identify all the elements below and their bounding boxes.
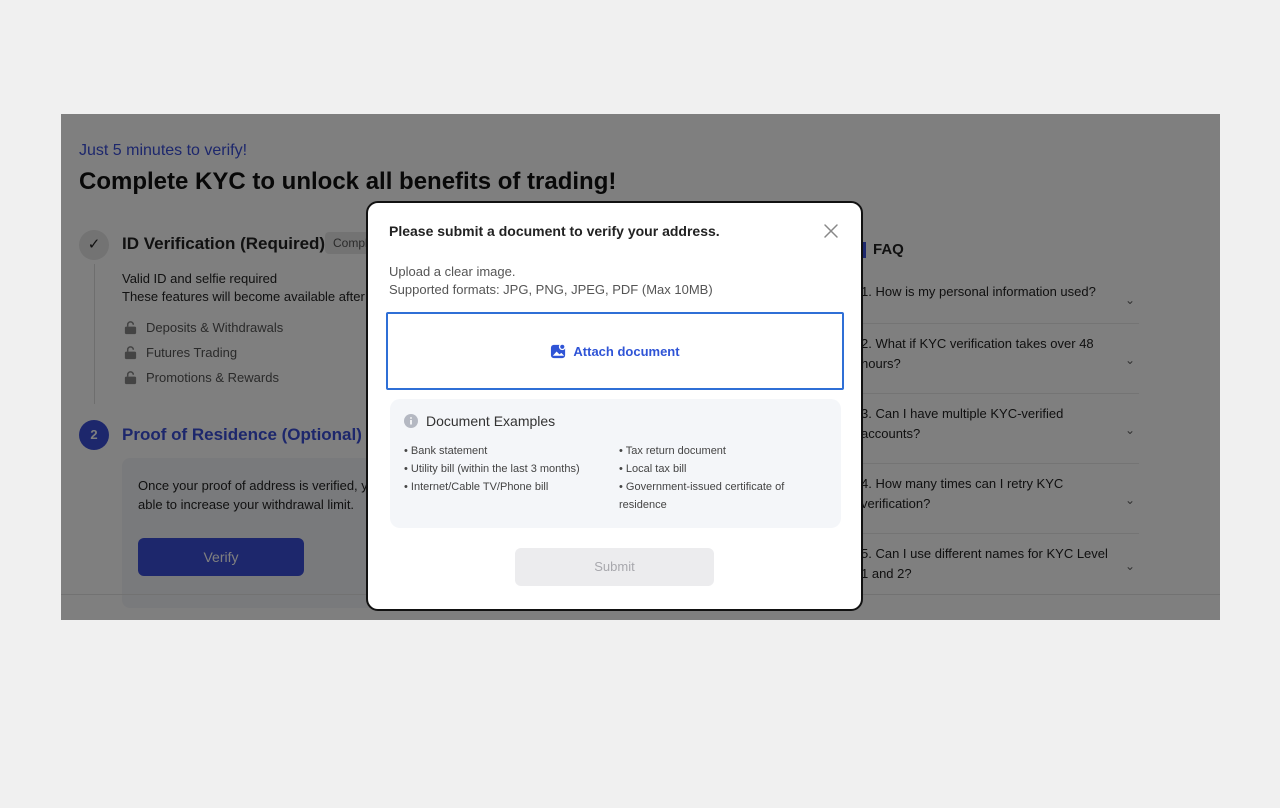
examples-header: Document Examples — [404, 413, 555, 429]
info-icon — [404, 414, 418, 428]
example-item: • Tax return document — [619, 445, 726, 457]
modal-title: Please submit a document to verify your … — [389, 223, 720, 239]
example-item: • Government-issued certificate of resid… — [619, 481, 785, 511]
document-examples: Document Examples • Bank statement • Uti… — [390, 399, 841, 528]
close-icon[interactable] — [822, 222, 840, 240]
example-item: • Bank statement — [404, 445, 488, 457]
hint-line-2: Supported formats: JPG, PNG, JPEG, PDF (… — [389, 282, 713, 297]
submit-button[interactable]: Submit — [515, 548, 714, 586]
attach-document-button[interactable]: Attach document — [386, 312, 844, 390]
attach-label: Attach document — [573, 343, 680, 359]
example-item: • Utility bill (within the last 3 months… — [404, 463, 580, 475]
example-item: • Local tax bill — [619, 463, 687, 475]
example-item: • Internet/Cable TV/Phone bill — [404, 481, 549, 493]
upload-document-modal: Please submit a document to verify your … — [366, 201, 863, 611]
examples-title: Document Examples — [426, 413, 556, 429]
attach-document-icon — [551, 342, 567, 358]
upload-hint: Upload a clear image. Supported formats:… — [389, 263, 713, 299]
hint-line-1: Upload a clear image. — [389, 264, 516, 279]
